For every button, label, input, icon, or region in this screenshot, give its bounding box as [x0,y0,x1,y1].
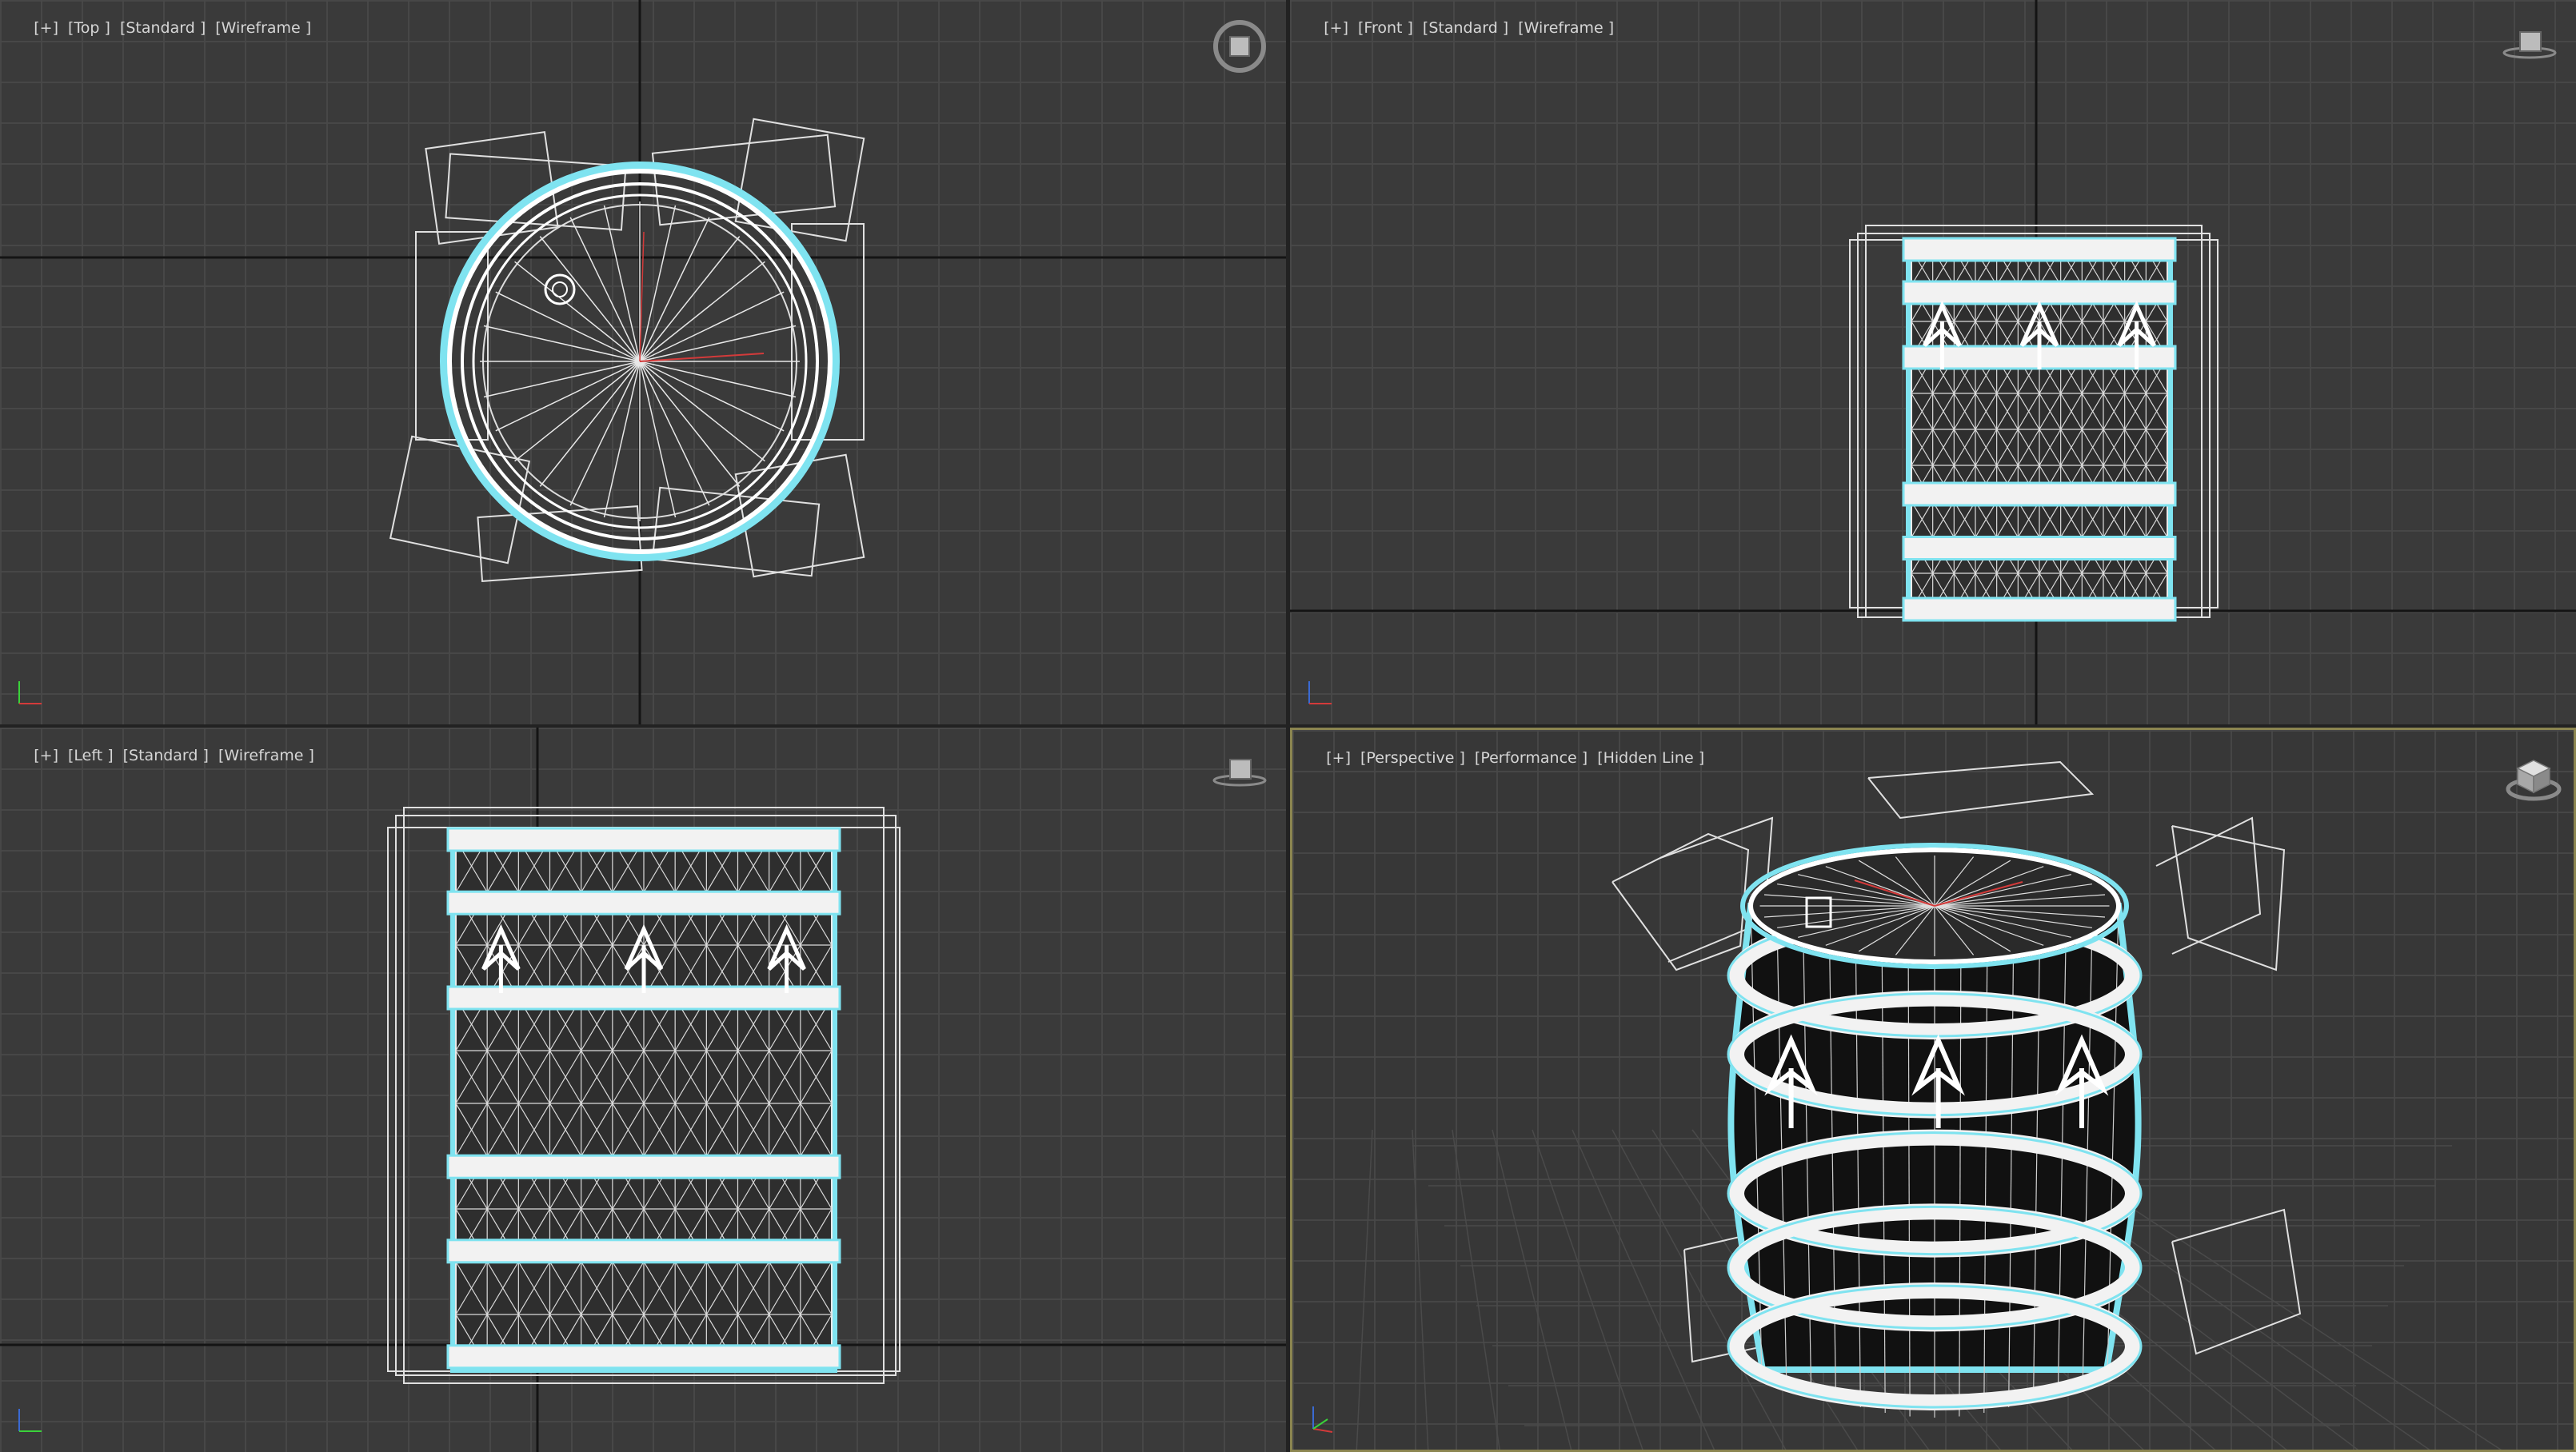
viewport-menu-plus[interactable]: [+] [1326,749,1351,767]
viewport-menu-plus[interactable]: [+] [34,747,58,764]
viewport-menu-plus[interactable]: [+] [1324,19,1348,37]
axis-tripod-icon [1312,1406,1333,1433]
viewcube-perspective-icon[interactable] [2502,751,2566,807]
viewport-left-scene [0,728,1286,1452]
viewport-display-mode[interactable]: [Wireframe ] [218,747,314,764]
viewport-front[interactable]: [+] [Front ] [Standard ] [Wireframe ] [1290,0,2576,724]
viewport-display-mode[interactable]: [Wireframe ] [215,19,311,37]
viewcube-left-icon[interactable] [1209,750,1270,790]
viewport-point-of-view[interactable]: [Top ] [68,19,110,37]
viewport-point-of-view[interactable]: [Left ] [68,747,114,764]
viewport-left[interactable]: [+] [Left ] [Standard ] [Wireframe ] [0,728,1286,1452]
viewcube-front-icon[interactable] [2499,22,2560,62]
viewport-point-of-view[interactable]: [Perspective ] [1360,749,1465,767]
viewcube-top-icon[interactable] [1209,16,1270,77]
viewport-shading-mode[interactable]: [Standard ] [123,747,209,764]
viewport-display-mode[interactable]: [Wireframe ] [1518,19,1614,37]
viewport-perspective-scene [1356,760,2502,1450]
viewport-left-label[interactable]: [+] [Left ] [Standard ] [Wireframe ] [5,729,324,782]
viewport-front-scene [1290,0,2576,724]
quad-viewport-layout: [+] [Top ] [Standard ] [Wireframe ] [+] [Fro… [0,0,2576,1452]
axis-tripod-icon [18,1409,42,1432]
viewport-display-mode[interactable]: [Hidden Line ] [1597,749,1704,767]
viewport-front-label[interactable]: [+] [Front ] [Standard ] [Wireframe ] [1295,2,1623,54]
axis-tripod-icon [1308,681,1332,704]
viewport-shading-mode[interactable]: [Standard ] [120,19,206,37]
viewport-perspective[interactable]: [+] [Perspective ] [Performance ] [Hidden L… [1290,728,2576,1452]
axis-tripod-icon [18,681,42,704]
viewport-menu-plus[interactable]: [+] [34,19,58,37]
viewport-shading-mode[interactable]: [Performance ] [1475,749,1588,767]
viewport-perspective-label[interactable]: [+] [Perspective ] [Performance ] [Hidden L… [1297,732,1714,784]
viewport-top-label[interactable]: [+] [Top ] [Standard ] [Wireframe ] [5,2,321,54]
viewport-point-of-view[interactable]: [Front ] [1358,19,1413,37]
viewport-shading-mode[interactable]: [Standard ] [1423,19,1508,37]
viewport-top-scene [0,0,1286,724]
viewport-top[interactable]: [+] [Top ] [Standard ] [Wireframe ] [0,0,1286,724]
